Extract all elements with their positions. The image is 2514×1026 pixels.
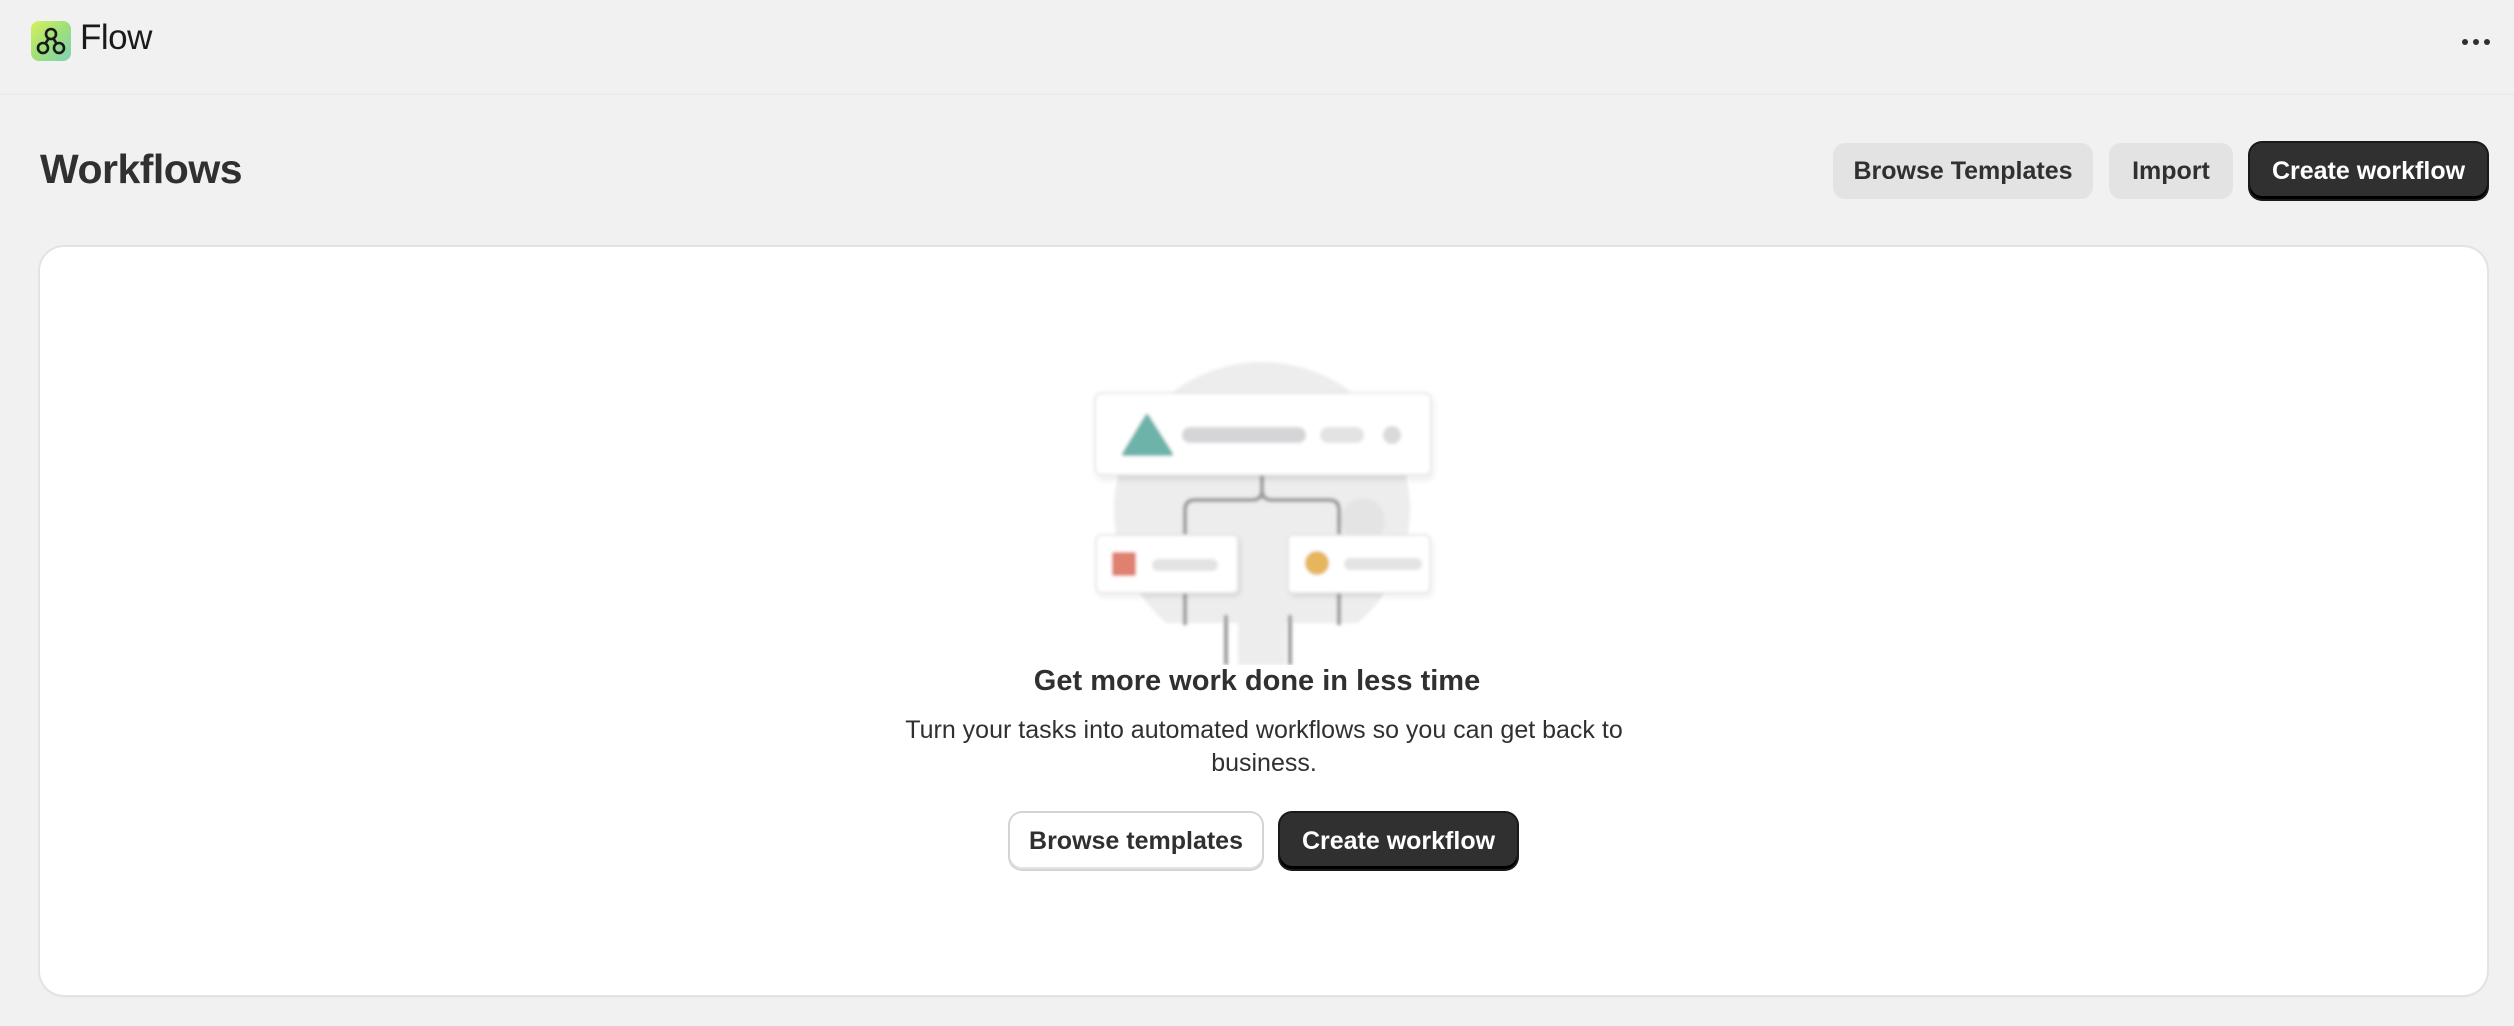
browse-templates-button[interactable]: Browse Templates	[1833, 143, 2093, 199]
import-button[interactable]: Import	[2109, 143, 2233, 199]
top-bar: Flow	[0, 0, 2514, 95]
app-title: Flow	[80, 18, 152, 57]
more-horizontal-icon[interactable]	[2452, 22, 2500, 62]
workflow-diagram-illustration	[1050, 355, 1450, 665]
flow-logo-icon	[31, 21, 71, 61]
create-workflow-button[interactable]: Create workflow	[2250, 143, 2487, 199]
page-title: Workflows	[40, 146, 243, 192]
empty-state-description: Turn your tasks into automated workflows…	[905, 716, 1623, 777]
create-workflow-empty-state-button[interactable]: Create workflow	[1280, 813, 1517, 869]
browse-templates-secondary-button[interactable]: Browse templates	[1010, 813, 1262, 869]
empty-state-heading: Get more work done in less time	[1033, 665, 1481, 697]
